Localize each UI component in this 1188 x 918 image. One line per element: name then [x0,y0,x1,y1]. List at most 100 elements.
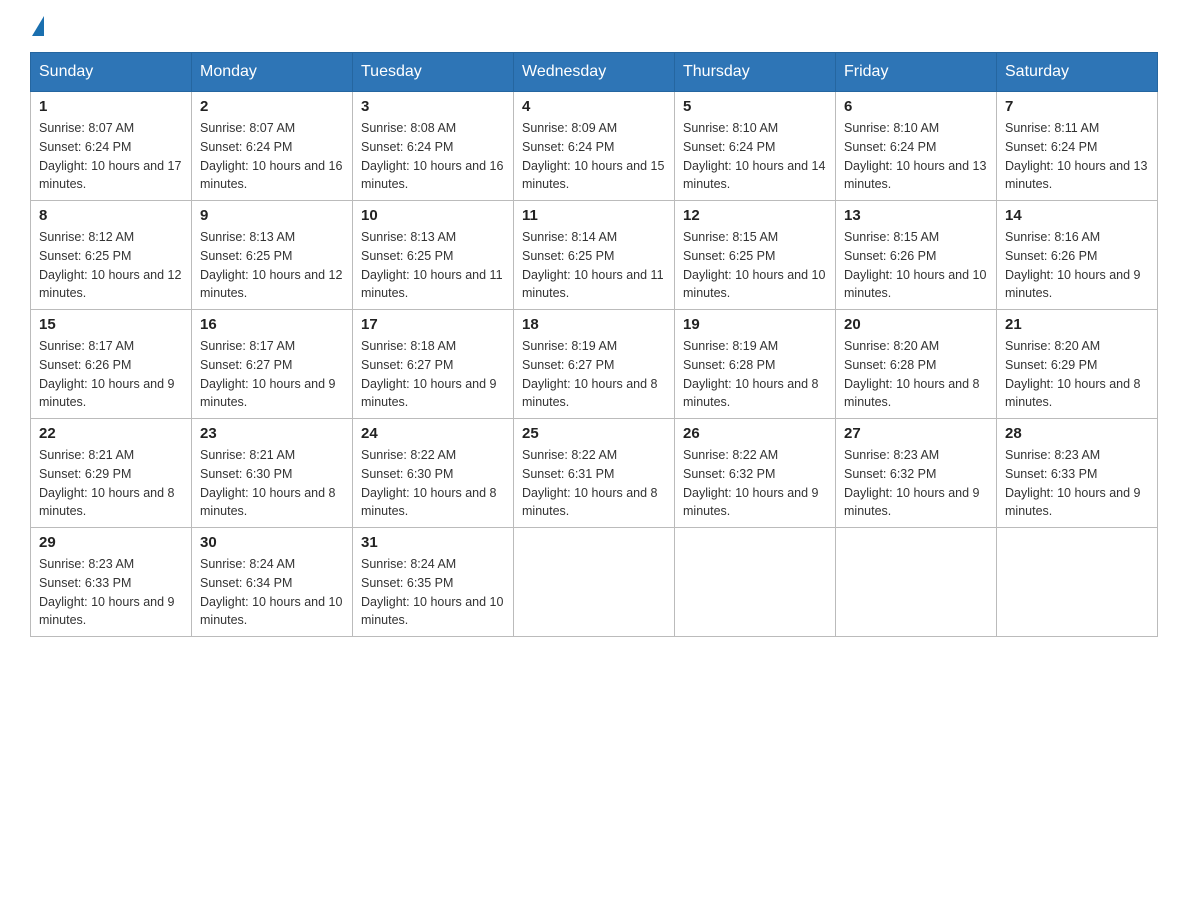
logo-triangle-icon [32,16,44,36]
day-info: Sunrise: 8:13 AM Sunset: 6:25 PM Dayligh… [361,228,505,303]
calendar-week-4: 22 Sunrise: 8:21 AM Sunset: 6:29 PM Dayl… [31,419,1158,528]
calendar-cell: 16 Sunrise: 8:17 AM Sunset: 6:27 PM Dayl… [192,310,353,419]
calendar-week-2: 8 Sunrise: 8:12 AM Sunset: 6:25 PM Dayli… [31,201,1158,310]
calendar-cell: 28 Sunrise: 8:23 AM Sunset: 6:33 PM Dayl… [997,419,1158,528]
day-info: Sunrise: 8:24 AM Sunset: 6:34 PM Dayligh… [200,555,344,630]
day-info: Sunrise: 8:19 AM Sunset: 6:28 PM Dayligh… [683,337,827,412]
calendar-cell: 14 Sunrise: 8:16 AM Sunset: 6:26 PM Dayl… [997,201,1158,310]
day-number: 1 [39,98,183,115]
day-number: 13 [844,207,988,224]
day-info: Sunrise: 8:20 AM Sunset: 6:28 PM Dayligh… [844,337,988,412]
day-info: Sunrise: 8:09 AM Sunset: 6:24 PM Dayligh… [522,119,666,194]
day-info: Sunrise: 8:15 AM Sunset: 6:26 PM Dayligh… [844,228,988,303]
day-info: Sunrise: 8:22 AM Sunset: 6:30 PM Dayligh… [361,446,505,521]
day-info: Sunrise: 8:12 AM Sunset: 6:25 PM Dayligh… [39,228,183,303]
calendar-cell [514,528,675,637]
day-info: Sunrise: 8:17 AM Sunset: 6:26 PM Dayligh… [39,337,183,412]
day-number: 27 [844,425,988,442]
calendar-cell: 19 Sunrise: 8:19 AM Sunset: 6:28 PM Dayl… [675,310,836,419]
day-header-monday: Monday [192,53,353,92]
calendar-cell: 22 Sunrise: 8:21 AM Sunset: 6:29 PM Dayl… [31,419,192,528]
day-info: Sunrise: 8:15 AM Sunset: 6:25 PM Dayligh… [683,228,827,303]
day-info: Sunrise: 8:07 AM Sunset: 6:24 PM Dayligh… [39,119,183,194]
day-number: 5 [683,98,827,115]
day-number: 3 [361,98,505,115]
calendar-cell: 3 Sunrise: 8:08 AM Sunset: 6:24 PM Dayli… [353,92,514,201]
calendar-cell: 21 Sunrise: 8:20 AM Sunset: 6:29 PM Dayl… [997,310,1158,419]
calendar-week-3: 15 Sunrise: 8:17 AM Sunset: 6:26 PM Dayl… [31,310,1158,419]
calendar-cell: 31 Sunrise: 8:24 AM Sunset: 6:35 PM Dayl… [353,528,514,637]
day-header-saturday: Saturday [997,53,1158,92]
calendar-cell: 20 Sunrise: 8:20 AM Sunset: 6:28 PM Dayl… [836,310,997,419]
day-header-wednesday: Wednesday [514,53,675,92]
day-info: Sunrise: 8:19 AM Sunset: 6:27 PM Dayligh… [522,337,666,412]
calendar-cell [836,528,997,637]
calendar-cell: 13 Sunrise: 8:15 AM Sunset: 6:26 PM Dayl… [836,201,997,310]
day-info: Sunrise: 8:10 AM Sunset: 6:24 PM Dayligh… [683,119,827,194]
logo [30,20,44,32]
day-info: Sunrise: 8:21 AM Sunset: 6:29 PM Dayligh… [39,446,183,521]
calendar-cell: 24 Sunrise: 8:22 AM Sunset: 6:30 PM Dayl… [353,419,514,528]
calendar-week-1: 1 Sunrise: 8:07 AM Sunset: 6:24 PM Dayli… [31,92,1158,201]
day-info: Sunrise: 8:11 AM Sunset: 6:24 PM Dayligh… [1005,119,1149,194]
day-number: 31 [361,534,505,551]
calendar-cell: 26 Sunrise: 8:22 AM Sunset: 6:32 PM Dayl… [675,419,836,528]
day-number: 12 [683,207,827,224]
day-number: 11 [522,207,666,224]
day-info: Sunrise: 8:17 AM Sunset: 6:27 PM Dayligh… [200,337,344,412]
day-info: Sunrise: 8:20 AM Sunset: 6:29 PM Dayligh… [1005,337,1149,412]
day-number: 19 [683,316,827,333]
calendar-cell: 6 Sunrise: 8:10 AM Sunset: 6:24 PM Dayli… [836,92,997,201]
day-header-friday: Friday [836,53,997,92]
calendar-cell: 8 Sunrise: 8:12 AM Sunset: 6:25 PM Dayli… [31,201,192,310]
day-info: Sunrise: 8:07 AM Sunset: 6:24 PM Dayligh… [200,119,344,194]
calendar-cell: 7 Sunrise: 8:11 AM Sunset: 6:24 PM Dayli… [997,92,1158,201]
calendar-cell: 10 Sunrise: 8:13 AM Sunset: 6:25 PM Dayl… [353,201,514,310]
calendar-table: SundayMondayTuesdayWednesdayThursdayFrid… [30,52,1158,637]
day-number: 30 [200,534,344,551]
page-header [30,20,1158,32]
day-number: 23 [200,425,344,442]
day-info: Sunrise: 8:18 AM Sunset: 6:27 PM Dayligh… [361,337,505,412]
day-info: Sunrise: 8:23 AM Sunset: 6:32 PM Dayligh… [844,446,988,521]
day-info: Sunrise: 8:10 AM Sunset: 6:24 PM Dayligh… [844,119,988,194]
day-number: 26 [683,425,827,442]
day-number: 8 [39,207,183,224]
calendar-cell: 5 Sunrise: 8:10 AM Sunset: 6:24 PM Dayli… [675,92,836,201]
calendar-cell: 1 Sunrise: 8:07 AM Sunset: 6:24 PM Dayli… [31,92,192,201]
calendar-cell: 11 Sunrise: 8:14 AM Sunset: 6:25 PM Dayl… [514,201,675,310]
calendar-cell: 18 Sunrise: 8:19 AM Sunset: 6:27 PM Dayl… [514,310,675,419]
day-number: 28 [1005,425,1149,442]
day-number: 14 [1005,207,1149,224]
day-number: 29 [39,534,183,551]
calendar-cell: 17 Sunrise: 8:18 AM Sunset: 6:27 PM Dayl… [353,310,514,419]
day-number: 21 [1005,316,1149,333]
calendar-week-5: 29 Sunrise: 8:23 AM Sunset: 6:33 PM Dayl… [31,528,1158,637]
calendar-cell: 27 Sunrise: 8:23 AM Sunset: 6:32 PM Dayl… [836,419,997,528]
day-info: Sunrise: 8:23 AM Sunset: 6:33 PM Dayligh… [39,555,183,630]
calendar-cell: 30 Sunrise: 8:24 AM Sunset: 6:34 PM Dayl… [192,528,353,637]
calendar-cell: 29 Sunrise: 8:23 AM Sunset: 6:33 PM Dayl… [31,528,192,637]
day-info: Sunrise: 8:14 AM Sunset: 6:25 PM Dayligh… [522,228,666,303]
day-number: 16 [200,316,344,333]
day-number: 25 [522,425,666,442]
day-header-sunday: Sunday [31,53,192,92]
day-info: Sunrise: 8:21 AM Sunset: 6:30 PM Dayligh… [200,446,344,521]
day-info: Sunrise: 8:13 AM Sunset: 6:25 PM Dayligh… [200,228,344,303]
calendar-cell: 23 Sunrise: 8:21 AM Sunset: 6:30 PM Dayl… [192,419,353,528]
logo-text [30,20,44,36]
calendar-header-row: SundayMondayTuesdayWednesdayThursdayFrid… [31,53,1158,92]
day-number: 10 [361,207,505,224]
day-number: 9 [200,207,344,224]
calendar-cell [997,528,1158,637]
day-number: 22 [39,425,183,442]
day-number: 6 [844,98,988,115]
day-number: 4 [522,98,666,115]
day-number: 17 [361,316,505,333]
day-number: 24 [361,425,505,442]
day-info: Sunrise: 8:24 AM Sunset: 6:35 PM Dayligh… [361,555,505,630]
calendar-cell: 15 Sunrise: 8:17 AM Sunset: 6:26 PM Dayl… [31,310,192,419]
calendar-cell [675,528,836,637]
day-header-thursday: Thursday [675,53,836,92]
day-info: Sunrise: 8:16 AM Sunset: 6:26 PM Dayligh… [1005,228,1149,303]
